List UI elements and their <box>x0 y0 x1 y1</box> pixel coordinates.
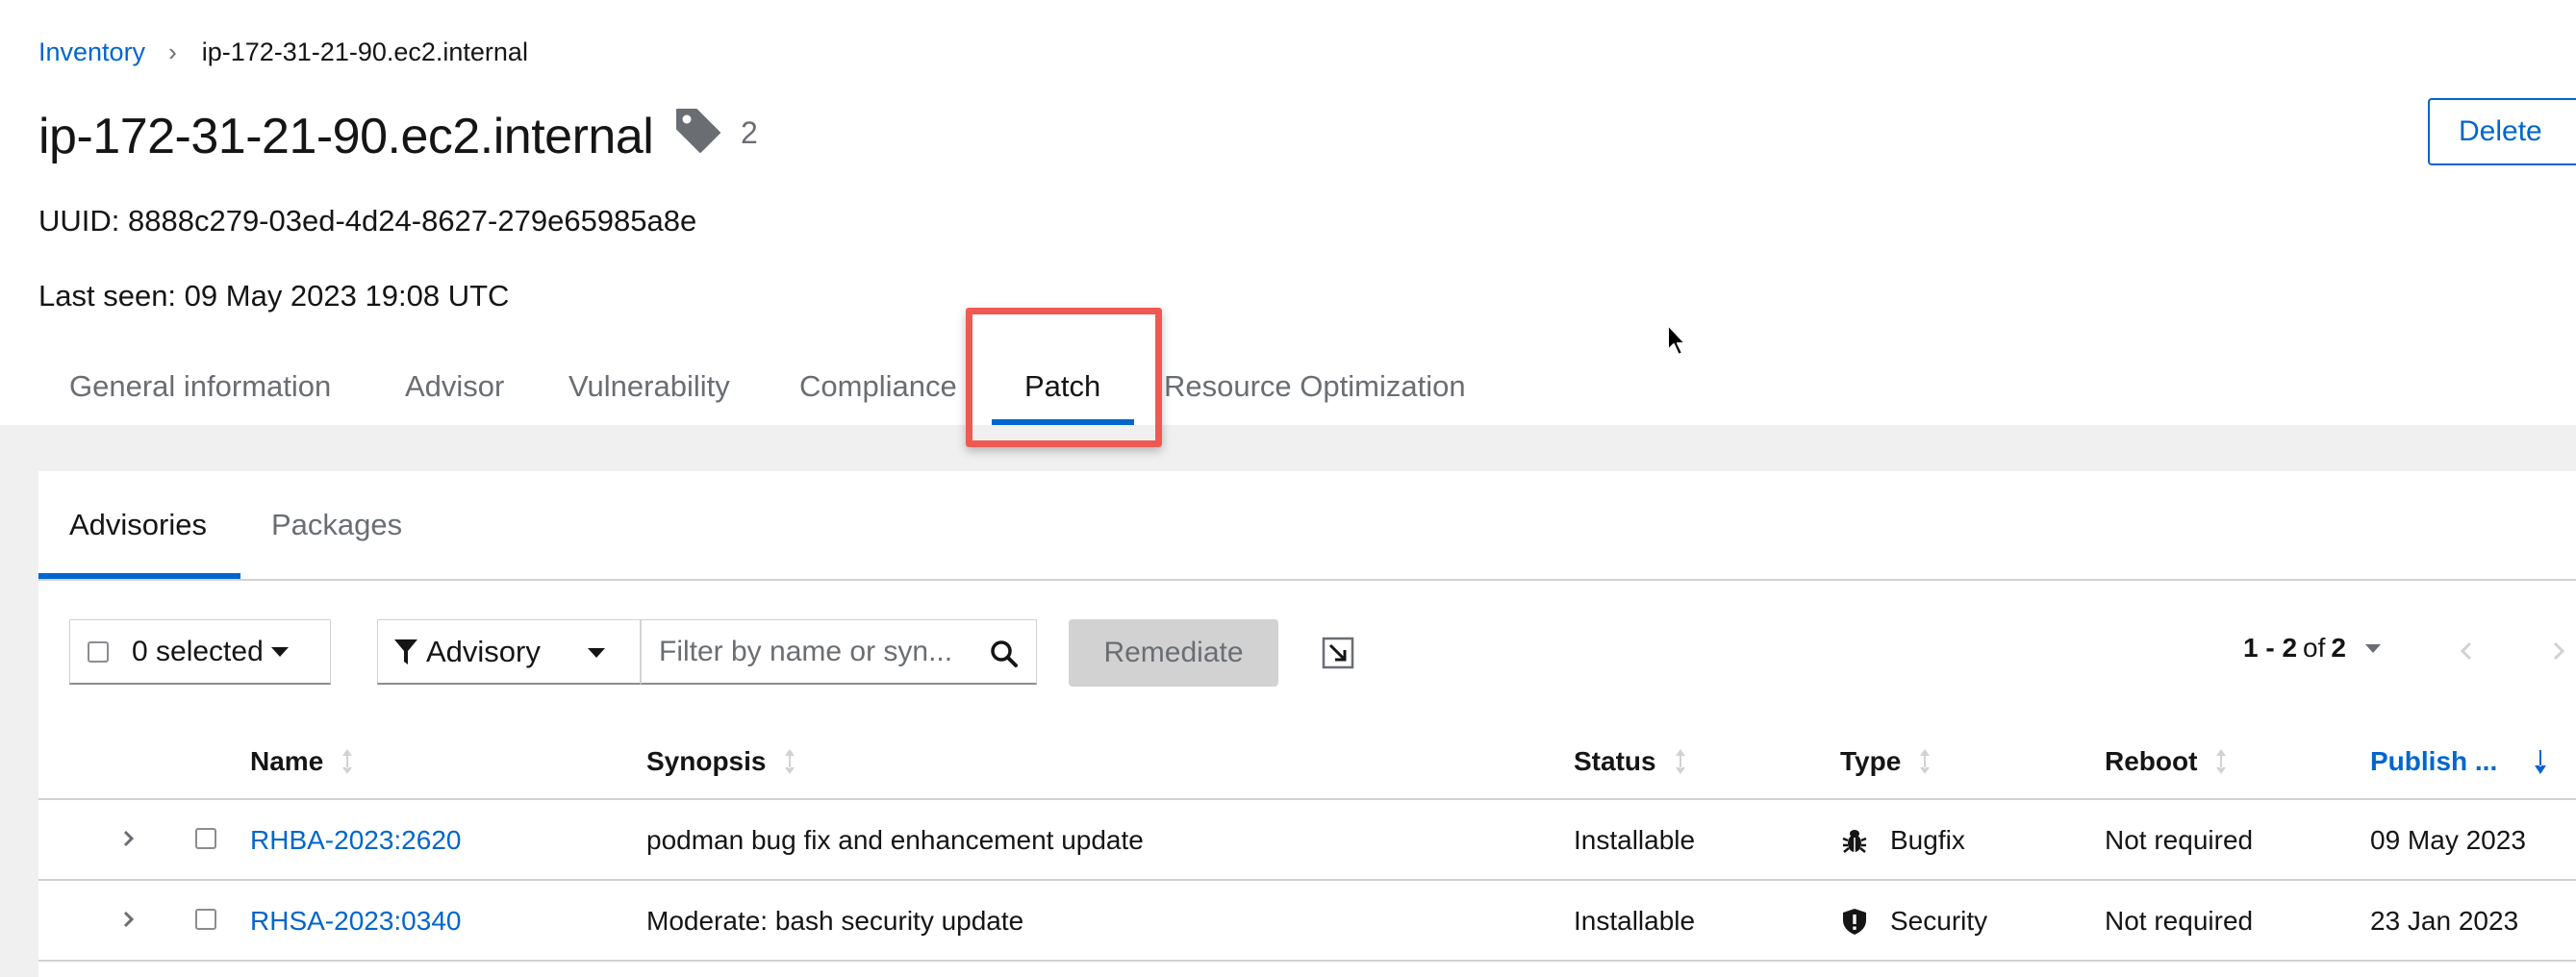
column-header-type[interactable]: Type <box>1840 746 1932 777</box>
patch-content-card: Advisories Packages 0 selected Advisory … <box>38 471 2576 977</box>
tab-advisor[interactable]: Advisor <box>405 369 504 404</box>
advisory-name-link[interactable]: RHBA-2023:2620 <box>250 825 461 856</box>
advisories-table: Name Synopsis Status Type Reboot Publish… <box>38 714 2576 962</box>
patch-tab-highlight-box <box>966 308 1162 447</box>
column-status-label: Status <box>1574 746 1656 776</box>
chevron-right-icon[interactable] <box>117 827 140 850</box>
column-name-label: Name <box>250 746 324 776</box>
delete-button[interactable]: Delete <box>2428 98 2576 165</box>
remediate-button[interactable]: Remediate <box>1069 619 1278 687</box>
column-reboot-label: Reboot <box>2105 746 2198 776</box>
tab-packages[interactable]: Packages <box>271 508 402 542</box>
column-header-status[interactable]: Status <box>1574 746 1687 777</box>
advisory-reboot: Not required <box>2105 906 2254 936</box>
shield-icon <box>1843 909 1866 935</box>
table-row: RHBA-2023:2620 podman bug fix and enhanc… <box>38 800 2576 881</box>
row-checkbox[interactable] <box>195 828 216 849</box>
last-seen-text: Last seen: 09 May 2023 19:08 UTC <box>38 279 510 313</box>
sort-icon <box>342 749 353 774</box>
search-icon[interactable] <box>990 639 1019 668</box>
pagination-toggle[interactable]: 1 - 2 of 2 <box>2243 633 2381 664</box>
advisory-status: Installable <box>1574 906 1696 936</box>
next-page-icon[interactable] <box>2543 637 2572 665</box>
caret-down-icon <box>270 646 289 657</box>
bulk-select-dropdown[interactable]: 0 selected <box>69 619 331 685</box>
sort-descending-icon <box>2535 750 2547 774</box>
tags-button[interactable]: 2 <box>673 106 758 161</box>
column-type-label: Type <box>1840 746 1902 776</box>
caret-down-icon <box>588 648 605 658</box>
advisory-synopsis: Moderate: bash security update <box>646 906 1024 936</box>
breadcrumb-current: ip-172-31-21-90.ec2.internal <box>201 37 528 66</box>
caret-down-icon <box>2364 643 2381 653</box>
table-header-row: Name Synopsis Status Type Reboot Publish… <box>38 714 2576 800</box>
advisory-name-link[interactable]: RHSA-2023:0340 <box>250 906 461 937</box>
column-publish-date-label: Publish ... <box>2370 746 2498 776</box>
tab-compliance[interactable]: Compliance <box>799 369 957 404</box>
previous-page-icon[interactable] <box>2453 637 2482 665</box>
filter-type-label: Advisory <box>426 634 541 668</box>
advisory-publish-date: 09 May 2023 <box>2370 825 2526 855</box>
tab-advisories[interactable]: Advisories <box>69 508 207 542</box>
advisory-synopsis: podman bug fix and enhancement update <box>646 825 1144 855</box>
breadcrumb: Inventory › ip-172-31-21-90.ec2.internal <box>38 33 528 71</box>
column-header-publish-date[interactable]: Publish ... <box>2370 746 2547 777</box>
sort-icon <box>1920 749 1931 774</box>
filter-type-dropdown[interactable]: Advisory <box>377 619 641 685</box>
active-subtab-indicator <box>38 573 240 579</box>
pagination-of: of <box>2303 633 2326 663</box>
chevron-right-icon[interactable] <box>117 908 140 931</box>
advisory-type-label: Security <box>1890 906 1988 936</box>
pagination-total: 2 <box>2331 633 2346 663</box>
search-box <box>641 619 1037 685</box>
row-checkbox[interactable] <box>195 909 216 930</box>
sort-icon <box>785 749 796 774</box>
advisory-reboot: Not required <box>2105 825 2254 855</box>
pagination-range: 1 - 2 <box>2243 633 2298 663</box>
breadcrumb-separator-icon: › <box>168 37 177 66</box>
advisory-type: Security <box>1840 906 1987 937</box>
tab-resource-optimization[interactable]: Resource Optimization <box>1164 369 1466 404</box>
search-input[interactable] <box>657 634 969 669</box>
page-title: ip-172-31-21-90.ec2.internal <box>38 109 654 164</box>
column-header-name[interactable]: Name <box>250 746 354 777</box>
column-header-synopsis[interactable]: Synopsis <box>646 746 796 777</box>
select-all-checkbox[interactable] <box>88 640 109 663</box>
export-icon[interactable] <box>1322 637 1354 669</box>
uuid-text: UUID: 8888c279-03ed-4d24-8627-279e65985a… <box>38 204 697 238</box>
advisory-type-label: Bugfix <box>1890 825 1965 855</box>
tab-vulnerability[interactable]: Vulnerability <box>568 369 730 404</box>
main-tabs: General information Advisor Vulnerabilit… <box>38 346 2576 427</box>
filter-icon <box>394 639 417 664</box>
advisory-status: Installable <box>1574 825 1696 855</box>
tag-count: 2 <box>741 115 758 150</box>
bug-icon <box>1842 830 1867 853</box>
sort-icon <box>2216 749 2227 774</box>
advisory-type: Bugfix <box>1840 825 1965 856</box>
tag-icon <box>673 106 723 161</box>
sort-icon <box>1675 749 1685 774</box>
column-synopsis-label: Synopsis <box>646 746 767 776</box>
column-header-reboot[interactable]: Reboot <box>2105 746 2228 777</box>
breadcrumb-inventory-link[interactable]: Inventory <box>38 38 145 67</box>
tab-general-information[interactable]: General information <box>69 369 331 404</box>
bulk-select-label: 0 selected <box>132 635 264 667</box>
sub-tabs: Advisories Packages <box>38 471 2576 581</box>
advisory-publish-date: 23 Jan 2023 <box>2370 906 2519 936</box>
table-row: RHSA-2023:0340 Moderate: bash security u… <box>38 881 2576 962</box>
